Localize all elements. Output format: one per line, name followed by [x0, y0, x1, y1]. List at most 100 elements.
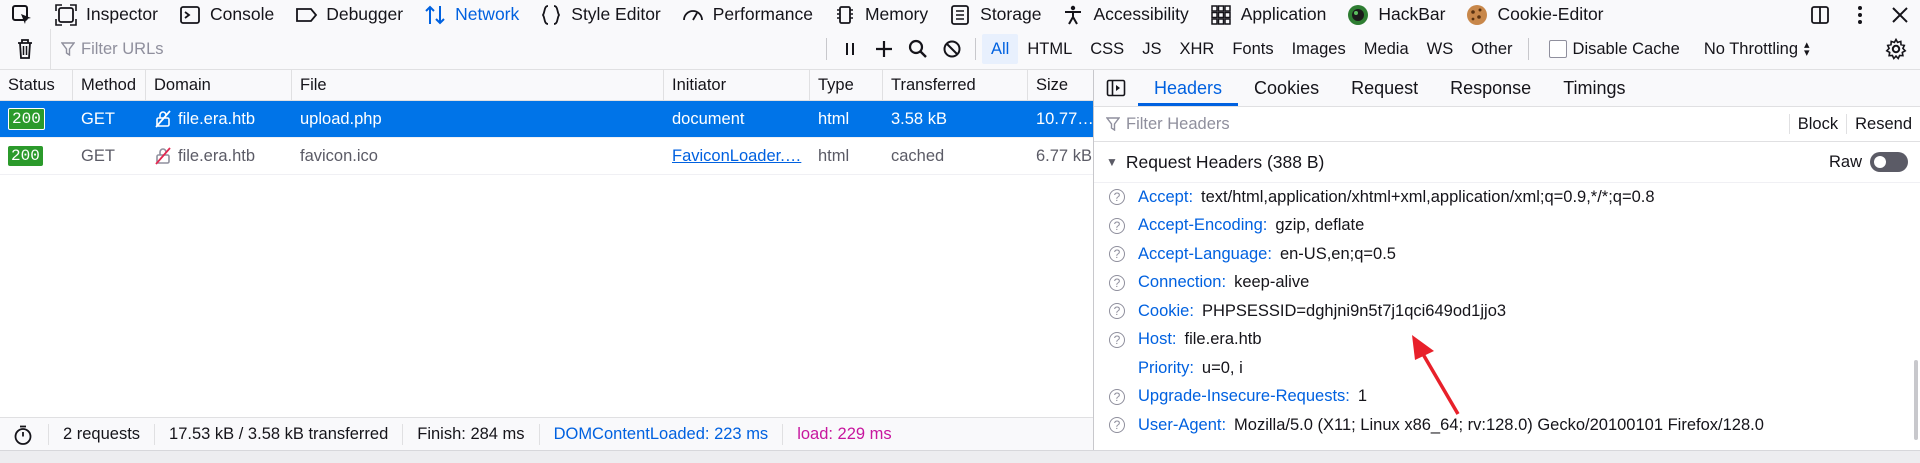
- details-tab-timings[interactable]: Timings: [1547, 70, 1641, 106]
- tab-performance[interactable]: Performance: [671, 0, 823, 29]
- tab-cookie-editor[interactable]: Cookie-Editor: [1455, 0, 1613, 29]
- tab-application[interactable]: Application: [1199, 0, 1337, 29]
- toggle-sidebar-button[interactable]: [1094, 70, 1138, 106]
- header-row[interactable]: ? Accept-Language: en-US,en;q=0.5: [1094, 240, 1920, 269]
- column-header-transferred[interactable]: Transferred: [883, 70, 1028, 100]
- method-text: GET: [81, 146, 115, 165]
- stopwatch-icon: [12, 424, 34, 446]
- help-icon[interactable]: ?: [1109, 417, 1125, 434]
- tab-network[interactable]: Network: [413, 0, 529, 29]
- header-name: Accept-Encoding:: [1138, 216, 1268, 235]
- cell-file: upload.php: [292, 101, 664, 137]
- header-row[interactable]: ? Accept: text/html,application/xhtml+xml,…: [1094, 183, 1920, 212]
- insecure-connection-icon: [154, 110, 172, 128]
- request-headers-title: Request Headers (388 B): [1125, 151, 1325, 172]
- type-text: html: [818, 109, 850, 128]
- details-tab-cookies[interactable]: Cookies: [1238, 70, 1335, 106]
- disable-cache-checkbox[interactable]: [1548, 40, 1567, 58]
- dock-mode-button[interactable]: [1800, 0, 1840, 29]
- cell-initiator: document: [664, 101, 810, 137]
- help-icon[interactable]: ?: [1109, 388, 1125, 405]
- filter-type-other[interactable]: Other: [1462, 29, 1521, 69]
- search-button[interactable]: [901, 29, 935, 69]
- header-row[interactable]: ? Connection: keep-alive: [1094, 269, 1920, 298]
- resend-button[interactable]: Resend: [1846, 114, 1920, 134]
- tab-label: Performance: [712, 4, 813, 24]
- filter-type-all[interactable]: All: [982, 34, 1019, 64]
- filter-type-html[interactable]: HTML: [1018, 29, 1081, 69]
- column-header-method[interactable]: Method: [73, 70, 146, 100]
- network-toolbar: Filter URLs All HTML CSS JS XHR Fonts Images Me…: [0, 29, 1920, 70]
- header-row[interactable]: ? User-Agent: Mozilla/5.0 (X11; Linux x86_…: [1094, 411, 1920, 440]
- hackbar-icon: [1346, 3, 1370, 27]
- headers-scrollbar[interactable]: [1914, 360, 1918, 440]
- tab-memory[interactable]: Memory: [823, 0, 938, 29]
- help-icon[interactable]: ?: [1109, 303, 1125, 320]
- accessibility-icon: [1061, 3, 1085, 27]
- toolbar-divider: [975, 38, 976, 60]
- help-icon[interactable]: ?: [1109, 331, 1125, 348]
- tab-hackbar[interactable]: HackBar: [1336, 0, 1455, 29]
- details-tab-response[interactable]: Response: [1434, 70, 1547, 106]
- column-header-domain[interactable]: Domain: [146, 70, 292, 100]
- help-icon[interactable]: ?: [1109, 217, 1125, 234]
- sidebar-toggle-icon: [1106, 79, 1126, 97]
- network-summary: 2 requests 17.53 kB / 3.58 kB transferre…: [0, 417, 1093, 451]
- clear-button[interactable]: [0, 29, 50, 69]
- column-header-size[interactable]: Size: [1028, 70, 1093, 100]
- filter-type-css[interactable]: CSS: [1081, 29, 1133, 69]
- header-row[interactable]: ? Host: file.era.htb: [1094, 326, 1920, 355]
- column-header-type[interactable]: Type: [810, 70, 883, 100]
- help-icon[interactable]: ?: [1109, 189, 1125, 206]
- request-headers-section[interactable]: ▼ Request Headers (388 B) Raw: [1094, 142, 1920, 183]
- column-header-initiator[interactable]: Initiator: [664, 70, 810, 100]
- filter-type-images[interactable]: Images: [1283, 29, 1355, 69]
- header-row[interactable]: ? Cookie: PHPSESSID=dghjni9n5t7j1qci649od1…: [1094, 297, 1920, 326]
- request-row[interactable]: 200 GET file.era.htb upload.php document html…: [0, 101, 1093, 138]
- disable-cache-toggle[interactable]: Disable Cache: [1548, 40, 1680, 59]
- initiator-text[interactable]: FaviconLoader.…: [672, 147, 801, 166]
- block-icon: [942, 39, 962, 59]
- filter-type-js[interactable]: JS: [1133, 29, 1170, 69]
- header-name: Accept:: [1138, 187, 1194, 206]
- tab-debugger[interactable]: Debugger: [284, 0, 413, 29]
- header-row[interactable]: ? Accept-Encoding: gzip, deflate: [1094, 212, 1920, 241]
- filter-type-fonts[interactable]: Fonts: [1223, 29, 1282, 69]
- request-row[interactable]: 200 GET file.era.htb favicon.ico FaviconLoad…: [0, 138, 1093, 175]
- size-text: 10.77…: [1036, 109, 1093, 128]
- help-icon[interactable]: ?: [1109, 246, 1125, 263]
- raw-toggle[interactable]: Raw: [1829, 152, 1908, 172]
- tab-console[interactable]: Console: [168, 0, 284, 29]
- column-header-status[interactable]: Status: [0, 70, 73, 100]
- throttling-select[interactable]: No Throttling ▴ ▾: [1704, 40, 1810, 59]
- help-icon[interactable]: ?: [1109, 274, 1125, 291]
- filter-headers-input[interactable]: Filter Headers: [1094, 115, 1789, 134]
- element-picker-button[interactable]: [0, 0, 44, 29]
- request-blocking-button[interactable]: [935, 29, 969, 69]
- block-button[interactable]: Block: [1788, 114, 1846, 134]
- tab-storage[interactable]: Storage: [938, 0, 1051, 29]
- performance-analysis-button[interactable]: [0, 424, 49, 445]
- more-options-button[interactable]: [1840, 0, 1880, 29]
- tab-inspector[interactable]: Inspector: [44, 0, 168, 29]
- filter-type-xhr[interactable]: XHR: [1170, 29, 1223, 69]
- filter-urls-input[interactable]: Filter URLs: [50, 29, 820, 69]
- header-row[interactable]: ? Upgrade-Insecure-Requests: 1: [1094, 383, 1920, 412]
- network-settings-button[interactable]: [1872, 29, 1920, 69]
- tab-style-editor[interactable]: Style Editor: [529, 0, 670, 29]
- header-name: Priority:: [1138, 358, 1194, 377]
- tab-accessibility[interactable]: Accessibility: [1051, 0, 1198, 29]
- new-request-button[interactable]: [867, 29, 901, 69]
- filter-urls-placeholder: Filter URLs: [81, 39, 164, 58]
- details-tab-request[interactable]: Request: [1335, 70, 1434, 106]
- filter-type-ws[interactable]: WS: [1418, 29, 1463, 69]
- column-header-file[interactable]: File: [292, 70, 664, 100]
- close-devtools-button[interactable]: [1880, 0, 1920, 29]
- header-row[interactable]: Priority: u=0, i: [1094, 354, 1920, 383]
- pause-button[interactable]: [833, 29, 867, 69]
- details-tab-headers[interactable]: Headers: [1138, 70, 1238, 106]
- raw-switch[interactable]: [1870, 152, 1908, 172]
- filter-type-media[interactable]: Media: [1355, 29, 1418, 69]
- domain-text: file.era.htb: [178, 146, 256, 165]
- transferred-text: cached: [891, 146, 945, 165]
